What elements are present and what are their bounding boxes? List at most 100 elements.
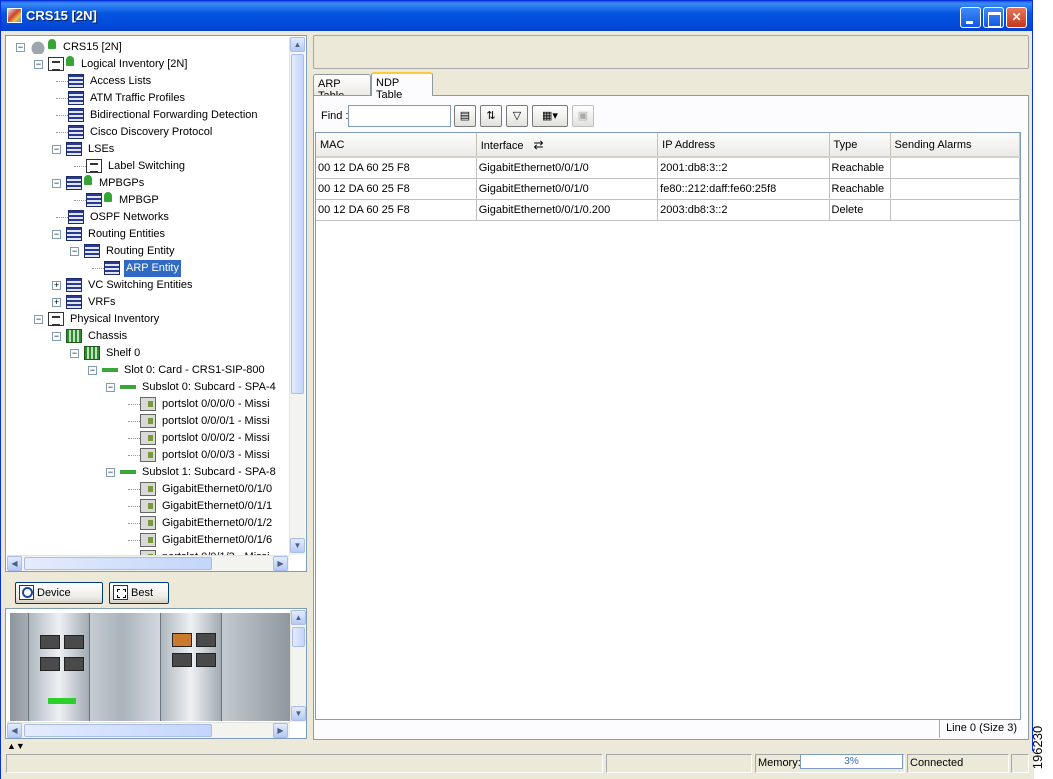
preview-vertical-scrollbar[interactable]: ▲ ▼ [290,610,306,722]
preview-scroll-thumb[interactable] [292,627,305,647]
tree-vertical-scrollbar[interactable]: ▲ ▼ [289,37,305,555]
tree-item-cdp[interactable]: Cisco Discovery Protocol [6,124,288,141]
tree-item-portslot[interactable]: portslot 0/0/0/1 - Missi [6,413,288,430]
inventory-tree[interactable]: − CRS15 [2N] − Logical Inventory [2N] Access… [5,35,307,572]
collapse-icon[interactable]: − [106,468,115,477]
sort-icon[interactable]: ⇅ [480,105,502,127]
port-icon [140,499,156,513]
cell-ip-address: 2003:db8:3::2 [657,199,830,221]
tree-item-vc-switching-entities[interactable]: + VC Switching Entities [6,277,288,294]
tree-item-routing-entity[interactable]: − Routing Entity [6,243,288,260]
device-zoom-button[interactable]: Device Zoom [15,582,103,619]
scroll-right-icon[interactable]: ▶ [273,556,288,571]
scroll-down-icon[interactable]: ▼ [290,538,305,553]
find-input[interactable] [348,105,451,127]
tree-item-portslot[interactable]: portslot 0/0/0/0 - Missi [6,396,288,413]
tree-item-arp-entity[interactable]: ARP Entity [6,260,288,277]
minimize-button[interactable] [960,7,981,28]
expand-icon[interactable]: + [52,281,61,290]
column-header-sending-alarms[interactable]: Sending Alarms [890,133,1020,158]
tree-item-lses[interactable]: − LSEs [6,141,288,158]
cell-type: Delete [829,199,891,221]
tree-item-gigabitethernet[interactable]: GigabitEthernet0/0/1/0 [6,481,288,498]
tree-item-mpbgps[interactable]: − MPBGPs [6,175,288,192]
scroll-left-icon[interactable]: ◀ [7,556,22,571]
tree-item-label: Subslot 0: Subcard - SPA-4 [142,381,276,393]
scroll-up-icon[interactable]: ▲ [290,37,305,52]
close-button[interactable]: ✕ [1006,7,1027,28]
tree-item-label: GigabitEthernet0/0/1/0 [162,483,273,495]
tree-item-mpbgp[interactable]: MPBGP [6,192,288,209]
tree-item-access-lists[interactable]: Access Lists [6,73,288,90]
tree-item-slot-0[interactable]: − Slot 0: Card - CRS1-SIP-800 [6,362,288,379]
tree-item-portslot[interactable]: portslot 0/0/0/2 - Missi [6,430,288,447]
tree-horizontal-scrollbar[interactable]: ◀ ▶ [7,555,289,571]
maximize-button[interactable] [983,7,1004,28]
preview-horizontal-scrollbar[interactable]: ◀ ▶ [7,722,290,738]
scroll-right-icon[interactable]: ▶ [273,723,288,738]
tree-item-gigabitethernet[interactable]: GigabitEthernet0/0/1/6 [6,532,288,549]
column-header-ip-address[interactable]: IP Address [657,133,830,158]
tree-hscroll-thumb[interactable] [24,557,212,570]
column-header-interface[interactable]: Interface ⇄ [476,133,659,158]
preview-hscroll-thumb[interactable] [24,724,212,737]
collapse-icon[interactable]: − [70,247,79,256]
collapse-icon[interactable]: − [52,179,61,188]
expand-icon[interactable]: + [52,298,61,307]
scroll-down-icon[interactable]: ▼ [291,706,306,721]
collapse-icon[interactable]: − [16,43,25,52]
connection-status: Connected [910,757,964,769]
port-icon [140,448,156,462]
collapse-icon[interactable]: − [52,332,61,341]
tree-item-logical-inventory[interactable]: − Logical Inventory [2N] [6,56,288,73]
tree-item-routing-entities[interactable]: − Routing Entities [6,226,288,243]
title-bar[interactable]: CRS15 [2N] ✕ [1,1,1032,31]
tab-ndp-table[interactable]: NDP Table [371,72,433,101]
tree-connector [128,489,140,490]
tree-item-label: ARP Entity [124,260,181,277]
table-row[interactable]: 00 12 DA 60 25 F8 GigabitEthernet0/0/1/0… [316,157,1020,179]
tree-item-bfd[interactable]: Bidirectional Forwarding Detection [6,107,288,124]
tree-item-portslot[interactable]: portslot 0/0/0/3 - Missi [6,447,288,464]
column-header-mac[interactable]: MAC [316,133,477,158]
filter-icon[interactable]: ▽ [506,105,528,127]
tree-item-shelf-0[interactable]: − Shelf 0 [6,345,288,362]
column-header-type[interactable]: Type [829,133,891,158]
fit-icon [113,585,128,600]
device-preview[interactable]: ▲ ▼ ◀ ▶ [5,608,307,739]
collapse-icon[interactable]: − [34,60,43,69]
splitter-collapse-icon[interactable]: ▲▼ [7,742,25,751]
tree-item-gigabitethernet[interactable]: GigabitEthernet0/0/1/1 [6,498,288,515]
table-row[interactable]: 00 12 DA 60 25 F8 GigabitEthernet0/0/1/0… [316,178,1020,200]
tree-item-gigabitethernet[interactable]: GigabitEthernet0/0/1/2 [6,515,288,532]
collapse-icon[interactable]: − [52,145,61,154]
port-icon [140,397,156,411]
tab-arp-table[interactable]: ARP Table [313,74,371,102]
scroll-left-icon[interactable]: ◀ [7,723,22,738]
tree-item-vrfs[interactable]: + VRFs [6,294,288,311]
scroll-up-icon[interactable]: ▲ [291,610,306,625]
collapse-icon[interactable]: − [70,349,79,358]
tree-item-chassis[interactable]: − Chassis [6,328,288,345]
tree-item-subslot-1[interactable]: − Subslot 1: Subcard - SPA-8 [6,464,288,481]
save-table-icon[interactable]: ▤ [454,105,476,127]
app-icon [7,8,22,23]
tree-item-ospf-networks[interactable]: OSPF Networks [6,209,288,226]
collapse-icon[interactable]: − [88,366,97,375]
tree-item-atm-traffic-profiles[interactable]: ATM Traffic Profiles [6,90,288,107]
collapse-icon[interactable]: − [52,230,61,239]
column-chooser-icon[interactable]: ▦▾ [532,105,568,127]
column-label: IP Address [662,138,716,151]
tree-scroll-thumb[interactable] [291,54,304,394]
tree-connector [128,455,140,456]
tree-item-label-switching[interactable]: Label Switching [6,158,288,175]
collapse-icon[interactable]: − [106,383,115,392]
tree-item-physical-inventory[interactable]: − Physical Inventory [6,311,288,328]
table-row[interactable]: 00 12 DA 60 25 F8 GigabitEthernet0/0/1/0… [316,199,1020,221]
port-icon [140,533,156,547]
tree-item-crs15[interactable]: − CRS15 [2N] [6,39,288,56]
collapse-icon[interactable]: − [34,315,43,324]
tree-item-subslot-0[interactable]: − Subslot 0: Subcard - SPA-4 [6,379,288,396]
best-fit-button[interactable]: Best Fit [109,582,169,619]
cell-type: Reachable [829,157,891,179]
